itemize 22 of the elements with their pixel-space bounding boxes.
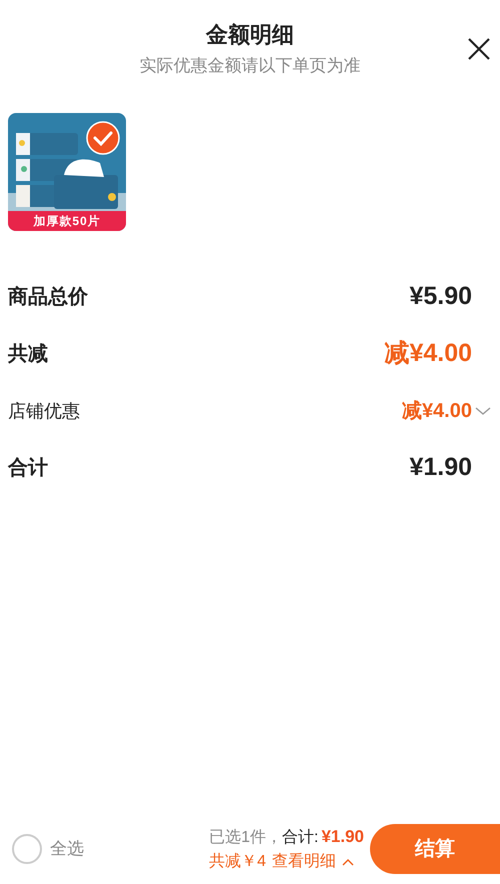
price-amount: ¥1.90	[409, 452, 472, 484]
chevron-down-icon[interactable]	[474, 405, 492, 417]
price-amount: 减¥4.00	[402, 399, 472, 424]
total-amount: ¥1.90	[321, 826, 364, 848]
caret-up-icon	[342, 858, 354, 866]
sheet-subtitle: 实际优惠金额请以下单页为准	[140, 55, 360, 77]
price-label: 合计	[8, 456, 48, 481]
price-label: 共减	[8, 342, 48, 367]
product-thumbnail[interactable]: 加厚款50片	[8, 112, 126, 230]
select-all-radio[interactable]	[12, 834, 42, 864]
price-label: 店铺优惠	[8, 400, 80, 422]
product-tag: 加厚款50片	[8, 210, 126, 230]
select-all-label: 全选	[50, 838, 84, 860]
selected-count: 已选1件，	[209, 828, 282, 848]
details-link[interactable]: 查看明细	[272, 850, 336, 874]
price-amount: ¥5.90	[409, 281, 472, 312]
price-amount: 减¥4.00	[384, 338, 472, 370]
price-label: 商品总价	[8, 284, 88, 310]
checkout-button[interactable]: 结算	[370, 824, 500, 874]
discount-text: 共减￥4	[209, 852, 266, 872]
total-label: 合计:	[282, 828, 318, 848]
sheet-title: 金额明细	[206, 21, 294, 49]
